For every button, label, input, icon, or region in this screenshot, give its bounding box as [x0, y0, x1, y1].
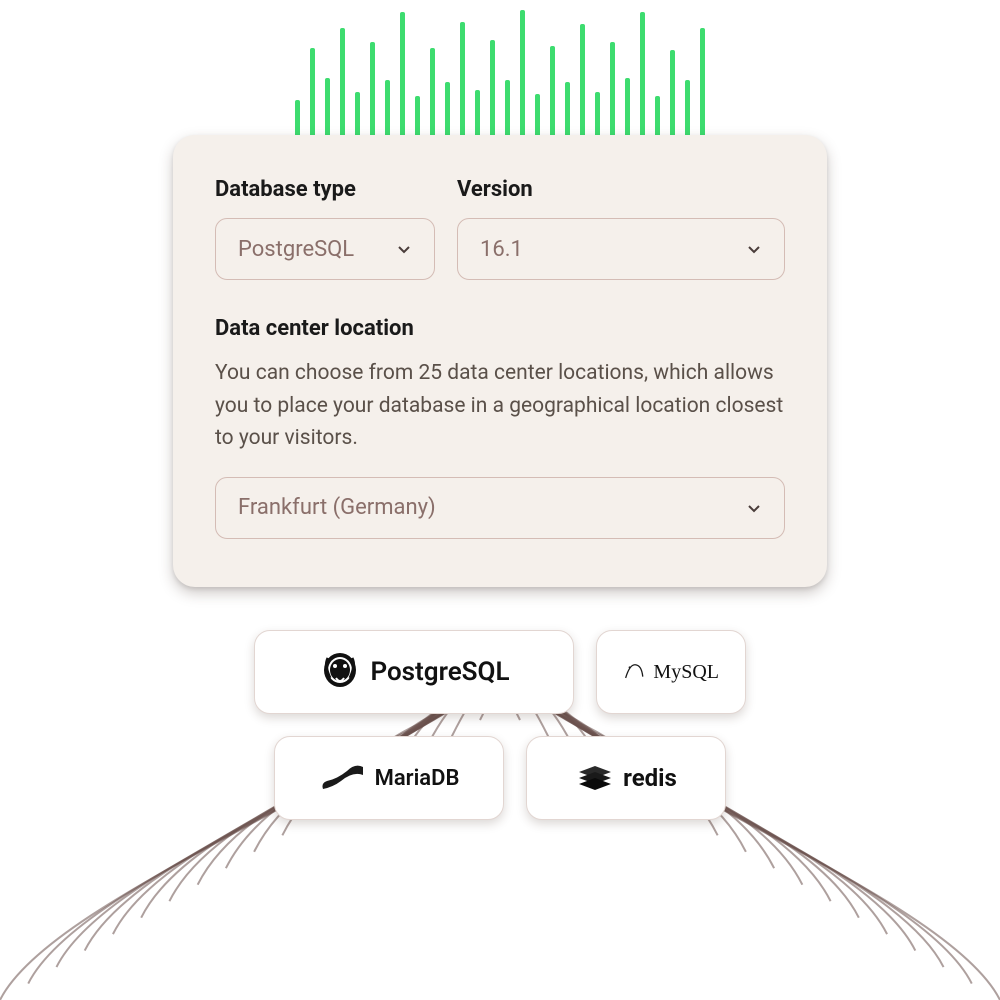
version-select[interactable]: 16.1 — [457, 218, 785, 280]
mariadb-logo-text: MariaDB — [375, 766, 460, 791]
version-field: Version 16.1 — [457, 177, 785, 280]
location-label: Data center location — [215, 316, 785, 341]
mariadb-logo-chip: MariaDB — [274, 736, 504, 820]
postgresql-logo-text: PostgreSQL — [370, 657, 509, 687]
db-type-value: PostgreSQL — [238, 237, 354, 262]
chevron-down-icon — [746, 500, 762, 516]
version-label: Version — [457, 177, 785, 202]
postgresql-icon — [318, 650, 362, 694]
mysql-logo-text: MySQL — [653, 661, 719, 684]
db-type-field: Database type PostgreSQL — [215, 177, 435, 280]
location-section: Data center location You can choose from… — [215, 316, 785, 539]
postgresql-logo-chip: PostgreSQL — [254, 630, 574, 714]
redis-logo-text: redis — [623, 764, 677, 792]
redis-logo-chip: redis — [526, 736, 726, 820]
redis-icon — [575, 760, 615, 796]
location-value: Frankfurt (Germany) — [238, 495, 436, 520]
mysql-logo-chip: MySQL — [596, 630, 746, 714]
chevron-down-icon — [746, 241, 762, 257]
activity-bars — [295, 0, 705, 140]
mariadb-icon — [319, 761, 367, 795]
chevron-down-icon — [396, 241, 412, 257]
db-type-label: Database type — [215, 177, 435, 202]
database-config-card: Database type PostgreSQL Version 16.1 Da… — [173, 135, 827, 587]
db-type-select[interactable]: PostgreSQL — [215, 218, 435, 280]
database-logo-grid: PostgreSQL MySQL MariaDB redis — [240, 630, 760, 842]
mysql-icon — [623, 655, 645, 689]
version-value: 16.1 — [480, 237, 523, 262]
location-description: You can choose from 25 data center locat… — [215, 357, 785, 455]
location-select[interactable]: Frankfurt (Germany) — [215, 477, 785, 539]
